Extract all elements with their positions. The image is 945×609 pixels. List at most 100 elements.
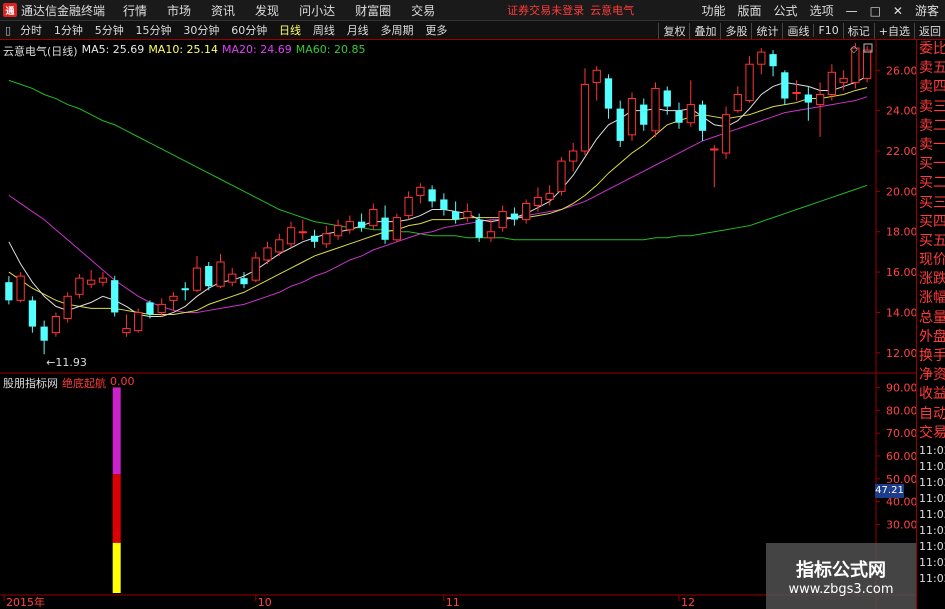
adjust-button[interactable]: 复权 [658, 22, 689, 39]
statistics-button[interactable]: 统计 [751, 22, 782, 39]
menu-item-market-list[interactable]: 市场 [157, 2, 201, 19]
legend-ma60: MA60: 20.85 [295, 43, 366, 56]
candle-body [710, 148, 719, 151]
tab-30min[interactable]: 30分钟 [179, 24, 223, 37]
side-tab-ask4[interactable]: 卖四 [917, 78, 945, 97]
menu-item-discover[interactable]: 发现 [245, 2, 289, 19]
candle-body [463, 211, 472, 219]
candle-body [369, 209, 378, 227]
guest-user[interactable]: 游客 [909, 2, 945, 19]
high-price-annotation: 27.36→ [772, 40, 813, 42]
candle-body [345, 221, 354, 231]
side-tab-trade[interactable]: 交易 [917, 424, 945, 443]
y-tick-label: 20.00 [886, 185, 916, 198]
side-tab-bid4[interactable]: 买四 [917, 213, 945, 232]
candle-body [510, 213, 519, 220]
candle-body [440, 199, 448, 210]
candle-body [522, 202, 531, 221]
candle-body [240, 278, 248, 285]
side-tab-volume[interactable]: 总量 [917, 309, 945, 328]
draw-line-button[interactable]: 画线 [782, 22, 813, 39]
tab-multi-period[interactable]: 多周期 [377, 24, 418, 37]
y-tick-label: 22.00 [886, 145, 916, 158]
tick-time: 11:02 [919, 491, 945, 505]
candle-body [75, 277, 84, 295]
menu-item-trade[interactable]: 交易 [401, 2, 445, 19]
tick-time: 11:02 [919, 443, 945, 457]
menu-item-function[interactable]: 功能 [696, 2, 732, 19]
tick-time: 11:02 [919, 507, 945, 521]
indicator-name[interactable]: 股朋指标网 [3, 375, 58, 391]
tab-weekly[interactable]: 周线 [309, 24, 339, 37]
back-button[interactable]: 返回 [914, 22, 945, 39]
candle-body [675, 110, 683, 123]
candle-body [580, 83, 590, 152]
ind-y-tick-label: 70.00 [886, 427, 916, 440]
menu-item-layout[interactable]: 版面 [732, 2, 768, 19]
candle-body [87, 279, 96, 285]
lock-icon[interactable]: ▯ [0, 24, 16, 37]
menu-item-formula[interactable]: 公式 [768, 2, 804, 19]
candle-body [804, 94, 812, 103]
side-tab-change-pct[interactable]: 涨幅 [917, 289, 945, 308]
menu-item-market[interactable]: 行情 [113, 2, 157, 19]
candle-body [781, 72, 789, 99]
indicator-signal: 绝底起航 [62, 377, 106, 390]
multi-stock-button[interactable]: 多股 [720, 22, 751, 39]
side-tab-ask2[interactable]: 卖二 [917, 117, 945, 136]
side-tab-turnover[interactable]: 换手 [917, 347, 945, 366]
y-tick-label: 12.00 [886, 347, 916, 360]
tab-more[interactable]: 更多 [421, 24, 451, 37]
watermark-logo: 指标公式网 www.zbgs3.com [766, 543, 916, 609]
side-tab-bid3[interactable]: 买三 [917, 194, 945, 213]
tab-5min[interactable]: 5分钟 [91, 24, 128, 37]
legend-stock-name[interactable]: 云意电气(日线) [3, 43, 78, 59]
candle-body [686, 104, 695, 124]
add-watchlist-button[interactable]: +自选 [873, 22, 914, 39]
minimize-icon[interactable]: — [840, 4, 864, 18]
tab-60min[interactable]: 60分钟 [227, 24, 271, 37]
y-tick-label: 16.00 [886, 266, 916, 279]
mark-button[interactable]: 标记 [842, 22, 874, 39]
side-tab-net-asset[interactable]: 净资 [917, 366, 945, 385]
legend-ma10: MA10: 25.14 [148, 43, 219, 56]
indicator-legend: 股朋指标网 绝底起航 0.00 [3, 375, 135, 391]
candle-body [298, 231, 307, 234]
tick-time: 11:02 [919, 571, 945, 585]
x-tick-label: 11 [446, 596, 460, 609]
side-tab-outer[interactable]: 外盘 [917, 328, 945, 347]
side-tab-bid2[interactable]: 买二 [917, 174, 945, 193]
candle-body [286, 227, 296, 245]
side-tab-ask5[interactable]: 卖五 [917, 59, 945, 78]
tab-1min[interactable]: 1分钟 [50, 24, 87, 37]
side-tab-ask3[interactable]: 卖三 [917, 98, 945, 117]
menu-item-ask[interactable]: 问小达 [289, 2, 345, 19]
f10-button[interactable]: F10 [813, 24, 842, 37]
side-tab-order-ratio[interactable]: 委比 [917, 40, 945, 59]
tab-daily[interactable]: 日线 [275, 24, 305, 37]
side-tab-auto[interactable]: 自动 [917, 405, 945, 424]
overlay-button[interactable]: 叠加 [689, 22, 720, 39]
side-tab-ask1[interactable]: 卖一 [917, 136, 945, 155]
tab-15min[interactable]: 15分钟 [132, 24, 176, 37]
trade-login-status[interactable]: 证券交易未登录 [507, 2, 584, 18]
candle-body [357, 221, 366, 228]
candle-body [721, 114, 731, 154]
kline-chart[interactable]: 26.00 24.00 22.00 20.00 18.00 16.00 14.00 12.00… [0, 40, 916, 609]
side-tab-bid1[interactable]: 买一 [917, 155, 945, 174]
side-tab-earnings[interactable]: 收益 [917, 385, 945, 404]
side-tab-price[interactable]: 现价 [917, 251, 945, 270]
side-tab-bid5[interactable]: 买五 [917, 232, 945, 251]
side-tab-change[interactable]: 涨跌 [917, 270, 945, 289]
tab-monthly[interactable]: 月线 [343, 24, 373, 37]
tab-intraday[interactable]: 分时 [16, 24, 46, 37]
menu-item-news[interactable]: 资讯 [201, 2, 245, 19]
candle-body [146, 302, 154, 315]
candle-body [251, 257, 260, 281]
candle-body [263, 247, 272, 261]
candle-layer [5, 42, 872, 355]
menu-item-options[interactable]: 选项 [804, 2, 840, 19]
maximize-icon[interactable]: □ [864, 4, 887, 18]
menu-item-wealth[interactable]: 财富圈 [345, 2, 401, 19]
close-icon[interactable]: ✕ [887, 4, 909, 18]
